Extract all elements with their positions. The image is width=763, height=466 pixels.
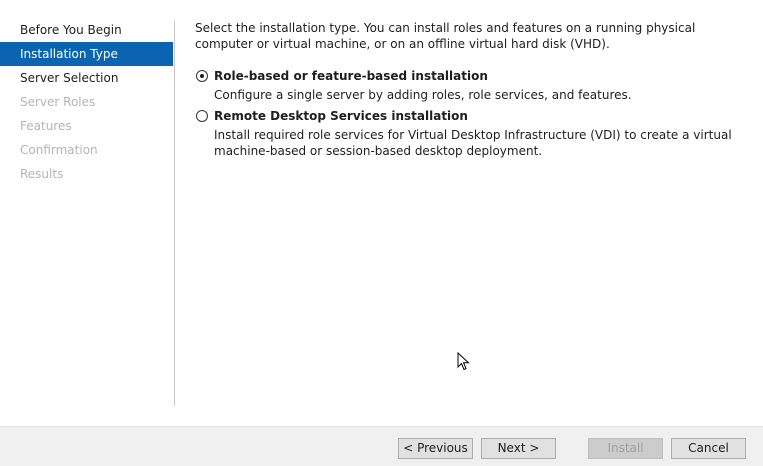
option-role-based-description: Configure a single server by adding role… (214, 88, 632, 102)
nav-item-installation-type[interactable]: Installation Type (0, 42, 173, 66)
option-remote-desktop[interactable]: Remote Desktop Services installation Ins… (195, 109, 750, 159)
nav-divider (174, 20, 175, 406)
nav-item-confirmation: Confirmation (20, 143, 98, 157)
nav-item-server-roles: Server Roles (20, 95, 96, 109)
mouse-pointer-icon (457, 352, 470, 371)
nav-item-results: Results (20, 167, 64, 181)
intro-text: Select the installation type. You can in… (195, 21, 696, 51)
wizard-footer: < Previous Next > Install Cancel (0, 426, 763, 466)
install-button: Install (588, 438, 663, 459)
cancel-button[interactable]: Cancel (671, 438, 746, 459)
option-remote-desktop-title[interactable]: Remote Desktop Services installation (214, 109, 750, 124)
option-remote-desktop-description: Install required role services for Virtu… (214, 128, 732, 158)
wizard-window: Before You Begin Installation Type Serve… (0, 0, 763, 466)
nav-item-server-selection[interactable]: Server Selection (0, 66, 173, 90)
wizard-step-navigation: Before You Begin Installation Type Serve… (0, 18, 173, 186)
previous-button[interactable]: < Previous (398, 438, 473, 459)
radio-remote-desktop[interactable] (196, 110, 208, 122)
option-role-based[interactable]: Role-based or feature-based installation… (195, 69, 750, 103)
nav-item-before-you-begin[interactable]: Before You Begin (0, 18, 173, 42)
next-button[interactable]: Next > (481, 438, 556, 459)
radio-role-based[interactable] (196, 70, 208, 82)
nav-item-features: Features (20, 119, 72, 133)
installation-type-panel: Select the installation type. You can in… (195, 20, 750, 159)
option-role-based-title[interactable]: Role-based or feature-based installation (214, 69, 750, 84)
